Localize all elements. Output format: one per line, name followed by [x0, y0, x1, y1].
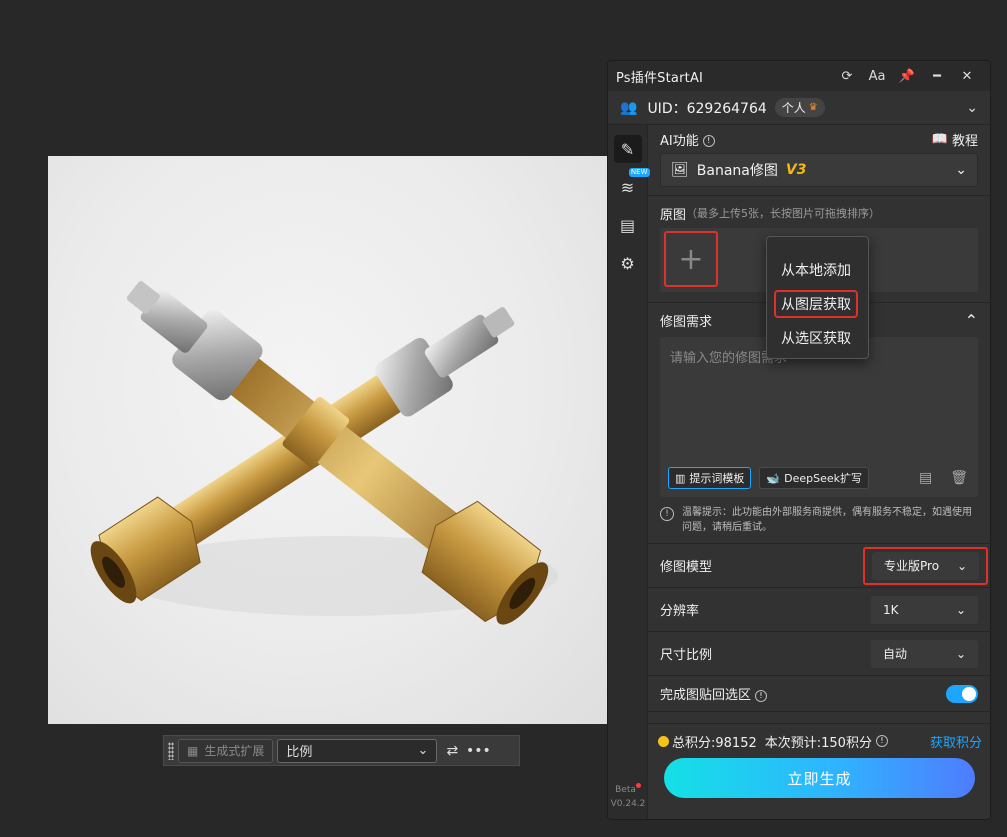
chevron-up-icon[interactable]: ⌃: [965, 311, 978, 330]
total-points: 总积分:98152: [672, 735, 757, 751]
chevron-down-icon: ⌄: [955, 162, 967, 178]
info-icon[interactable]: !: [755, 689, 768, 702]
side-rail: ✎ ≋ NEW ▤ ⚙ Beta V0.24.2: [608, 125, 650, 819]
history-icon[interactable]: ▤: [919, 470, 932, 486]
rail-edit-icon[interactable]: ✎: [613, 135, 642, 163]
book-icon: 📖: [931, 131, 948, 147]
template-icon: ▥: [675, 471, 686, 485]
get-points-link[interactable]: 获取积分: [930, 732, 982, 751]
add-source-menu: 从本地添加 从图层获取 从选区获取: [766, 236, 869, 359]
resolution-select[interactable]: 1K ⌄: [871, 595, 978, 624]
user-uid: UID：629264764: [647, 100, 767, 117]
info-icon[interactable]: !: [702, 135, 715, 147]
panel-footer: 总积分:98152 本次预计:150积分 ! 获取积分 立即生成: [648, 723, 990, 819]
tutorial-link[interactable]: 📖 教程: [932, 130, 978, 149]
chevron-down-icon: ⌄: [956, 558, 967, 573]
info-icon: !: [660, 507, 674, 521]
ratio-select[interactable]: 比例 ⌄: [277, 738, 438, 763]
menu-item-selection[interactable]: 从选区获取: [767, 321, 868, 355]
menu-item-local[interactable]: 从本地添加: [767, 253, 868, 287]
original-title: 原图: [660, 207, 687, 223]
panel-content: AI功能! 📖 教程 🖼 Banana修图 V3 ⌄ 原图 （最多上传5张，长按…: [648, 125, 990, 819]
plus-icon: +: [678, 241, 704, 277]
deepseek-expand-button[interactable]: 🐋 DeepSeek扩写: [759, 467, 869, 489]
update-dot: [635, 783, 641, 788]
points-row: 总积分:98152 本次预计:150积分 ! 获取积分: [648, 724, 990, 758]
chevron-down-icon: ⌄: [955, 602, 966, 617]
panel-titlebar: Ps插件StartAI ⟳ Aa 📌 ━ ✕: [608, 61, 990, 91]
rail-notes-icon[interactable]: ▤: [614, 211, 642, 239]
model-select[interactable]: 专业版Pro ⌄: [872, 551, 979, 580]
contextual-task-bar: ▦ 生成式扩展 比例 ⌄ ⇄ •••: [163, 735, 520, 766]
startai-panel: Ps插件StartAI ⟳ Aa 📌 ━ ✕ 👥 UID：629264764 个…: [607, 60, 991, 820]
paste-back-toggle[interactable]: [946, 684, 978, 703]
feature-select[interactable]: 🖼 Banana修图 V3 ⌄: [660, 153, 978, 187]
menu-item-layer[interactable]: 从图层获取: [767, 287, 868, 321]
drag-handle-icon[interactable]: [168, 741, 174, 760]
generative-expand-button[interactable]: ▦ 生成式扩展: [178, 738, 274, 763]
minimize-icon[interactable]: ━: [922, 69, 952, 84]
image-edit-icon: 🖼: [671, 162, 689, 178]
generate-button[interactable]: 立即生成: [664, 758, 975, 798]
user-menu-chevron-icon[interactable]: ⌄: [966, 100, 978, 116]
ai-feature-title: AI功能: [660, 133, 699, 149]
add-image-button[interactable]: +: [664, 231, 718, 287]
close-icon[interactable]: ✕: [952, 69, 982, 84]
whale-icon: 🐋: [766, 471, 781, 485]
ratio-select-panel[interactable]: 自动 ⌄: [871, 639, 978, 668]
coin-icon: [658, 735, 669, 747]
trash-icon[interactable]: 🗑: [950, 470, 968, 486]
swap-icon[interactable]: ⇄: [441, 740, 463, 762]
original-hint: （最多上传5张，长按图片可拖拽排序）: [686, 207, 881, 220]
model-setting: 修图模型 专业版Pro ⌄: [648, 544, 990, 588]
ratio-setting: 尺寸比例 自动 ⌄: [648, 632, 990, 676]
requirement-textarea[interactable]: 请输入您的修图需求 ▥ 提示词模板 🐋 DeepSeek扩写 ▤ 🗑: [660, 337, 978, 497]
resolution-setting: 分辨率 1K ⌄: [648, 588, 990, 632]
brass-fittings-image: [90, 281, 558, 625]
new-badge: NEW: [628, 168, 650, 177]
personal-badge: 个人 ♛: [774, 98, 825, 117]
rail-layers-icon[interactable]: ≋ NEW: [614, 168, 650, 201]
notice: ! 温馨提示：此功能由外部服务商提供，偶有服务不稳定，如遇使用问题，请稍后重试。: [648, 505, 990, 543]
refresh-icon[interactable]: ⟳: [832, 69, 862, 84]
canvas-photo: [48, 156, 607, 724]
user-bar: 👥 UID：629264764 个人 ♛ ⌄: [608, 91, 990, 125]
crown-icon: ♛: [808, 102, 818, 113]
ai-feature-section: AI功能! 📖 教程 🖼 Banana修图 V3 ⌄: [648, 125, 990, 196]
expand-icon: ▦: [187, 743, 199, 758]
paste-back-setting: 完成图贴回选区!: [648, 676, 990, 712]
model-highlight: 专业版Pro ⌄: [863, 546, 988, 585]
info-icon[interactable]: !: [875, 735, 888, 747]
estimate-points: 本次预计:150积分: [764, 735, 872, 751]
requirement-title: 修图需求: [660, 314, 713, 330]
prompt-template-button[interactable]: ▥ 提示词模板: [668, 467, 752, 489]
more-icon[interactable]: •••: [466, 740, 491, 762]
pin-icon[interactable]: 📌: [892, 69, 922, 84]
chevron-down-icon: ⌄: [955, 646, 966, 661]
font-size-icon[interactable]: Aa: [862, 69, 892, 84]
panel-title: Ps插件StartAI: [616, 70, 704, 86]
rail-settings-icon[interactable]: ⚙: [614, 249, 642, 277]
chevron-down-icon: ⌄: [417, 743, 429, 758]
user-group-icon: 👥: [620, 99, 638, 116]
version-info: Beta V0.24.2: [610, 783, 646, 809]
